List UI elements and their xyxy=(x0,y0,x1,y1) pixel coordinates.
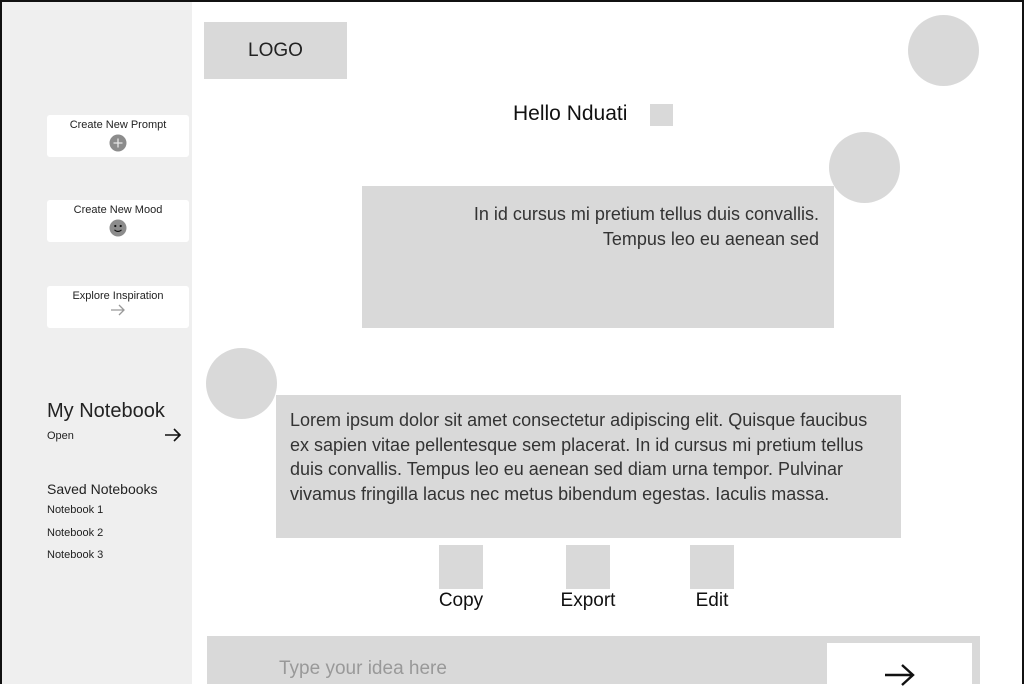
send-button[interactable] xyxy=(827,643,972,686)
create-new-mood-button[interactable]: Create New Mood xyxy=(47,200,189,242)
assistant-avatar xyxy=(206,348,277,419)
sidebar: Create New Prompt Create New Mood Explor… xyxy=(2,2,192,684)
export-label: Export xyxy=(560,590,616,611)
profile-avatar[interactable] xyxy=(908,15,979,86)
composer xyxy=(207,636,980,686)
explore-inspiration-button[interactable]: Explore Inspiration xyxy=(47,286,189,328)
user-message-bubble: In id cursus mi pretium tellus duis conv… xyxy=(362,186,834,328)
saved-notebook-item[interactable]: Notebook 3 xyxy=(47,549,103,561)
edit-button[interactable]: Edit xyxy=(677,545,747,612)
greeting-text: Hello Nduati xyxy=(513,102,628,125)
user-message-line: In id cursus mi pretium tellus duis conv… xyxy=(473,204,819,224)
arrow-right-icon xyxy=(885,664,915,686)
export-icon xyxy=(566,545,610,589)
create-new-prompt-button[interactable]: Create New Prompt xyxy=(47,115,189,157)
edit-label: Edit xyxy=(695,590,729,611)
user-avatar xyxy=(829,132,900,203)
logo-text: LOGO xyxy=(248,39,303,61)
notebook-open-link[interactable]: Open xyxy=(47,430,74,442)
create-new-mood-label: Create New Mood xyxy=(73,204,163,216)
greeting-icon xyxy=(650,104,673,126)
assistant-message-bubble: Lorem ipsum dolor sit amet consectetur a… xyxy=(276,395,901,538)
copy-button[interactable]: Copy xyxy=(426,545,496,612)
copy-label: Copy xyxy=(438,590,484,611)
assistant-message-text: Lorem ipsum dolor sit amet consectetur a… xyxy=(290,410,868,504)
saved-notebook-item[interactable]: Notebook 1 xyxy=(47,504,103,516)
saved-notebook-item[interactable]: Notebook 2 xyxy=(47,527,103,539)
export-button[interactable]: Export xyxy=(553,545,623,612)
idea-input[interactable] xyxy=(277,652,801,686)
edit-icon xyxy=(690,545,734,589)
smiley-icon xyxy=(109,219,127,237)
copy-icon xyxy=(439,545,483,589)
my-notebook-title: My Notebook xyxy=(47,400,165,422)
notebook-open-arrow-icon[interactable] xyxy=(162,426,184,444)
explore-inspiration-label: Explore Inspiration xyxy=(72,290,164,302)
saved-notebooks-title: Saved Notebooks xyxy=(47,481,158,497)
arrow-right-icon xyxy=(111,304,125,316)
create-new-prompt-label: Create New Prompt xyxy=(69,119,167,131)
logo: LOGO xyxy=(204,22,347,79)
plus-circle-icon xyxy=(109,134,127,152)
user-message-line: Tempus leo eu aenean sed xyxy=(602,229,819,249)
